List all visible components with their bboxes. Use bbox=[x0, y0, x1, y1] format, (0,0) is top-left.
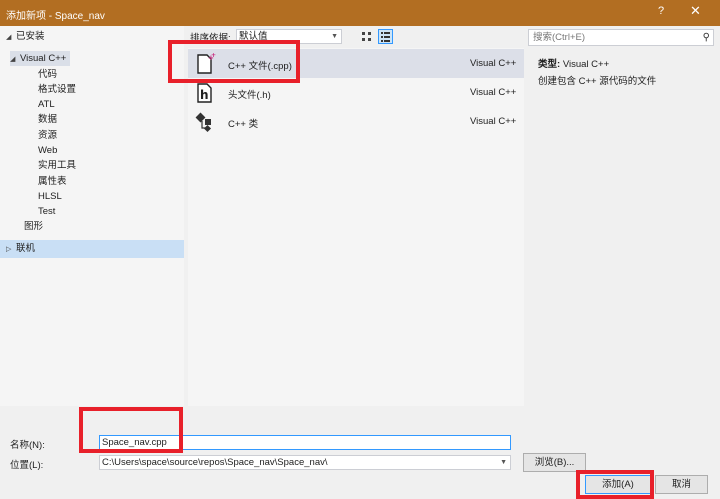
tree-item-property-sheet[interactable]: 属性表 bbox=[38, 174, 67, 189]
svg-text:+: + bbox=[211, 53, 216, 59]
template-name: C++ 类 bbox=[228, 119, 259, 130]
name-field[interactable]: Space_nav.cpp bbox=[99, 435, 511, 450]
dropdown-arrow-icon[interactable]: ▼ bbox=[500, 456, 507, 469]
template-row-header-file[interactable]: h 头文件(.h) Visual C++ bbox=[188, 78, 524, 107]
tree-item-online[interactable]: ▷ 联机 bbox=[0, 240, 184, 258]
collapse-arrow-icon[interactable]: ◢ bbox=[10, 52, 20, 67]
tree-item-utility[interactable]: 实用工具 bbox=[38, 158, 76, 173]
tree-item-test[interactable]: Test bbox=[38, 204, 55, 219]
tree-item-web[interactable]: Web bbox=[38, 143, 57, 158]
template-language: Visual C++ bbox=[470, 58, 517, 69]
tree-item-code[interactable]: 代码 bbox=[38, 67, 57, 82]
category-tree: ◢ 已安装 ◢ Visual C++ 代码 格式设置 ATL 数据 资源 Web 实… bbox=[0, 26, 184, 406]
tree-item-hlsl[interactable]: HLSL bbox=[38, 189, 62, 204]
tree-item-visual-cpp[interactable]: ◢ Visual C++ bbox=[10, 51, 71, 67]
expand-arrow-icon[interactable]: ▷ bbox=[6, 241, 16, 259]
search-placeholder: 搜索(Ctrl+E) bbox=[533, 32, 585, 43]
location-label: 位置(L): bbox=[10, 460, 44, 471]
sort-select[interactable]: 默认值 ▼ bbox=[236, 29, 342, 44]
tree-item-resource[interactable]: 资源 bbox=[38, 128, 57, 143]
add-button[interactable]: 添加(A) bbox=[585, 475, 651, 494]
dropdown-arrow-icon: ▼ bbox=[331, 33, 338, 40]
search-input[interactable]: 搜索(Ctrl+E) ⚲ bbox=[528, 29, 714, 46]
header-file-icon: h bbox=[197, 83, 212, 103]
tree-item-label: 联机 bbox=[16, 243, 36, 254]
close-button[interactable]: ✕ bbox=[690, 3, 701, 19]
grid-view-button[interactable] bbox=[359, 29, 374, 44]
tree-item-label: 已安装 bbox=[16, 31, 45, 42]
template-language: Visual C++ bbox=[470, 116, 517, 127]
location-value: C:\Users\space\source\repos\Space_nav\Sp… bbox=[102, 457, 328, 468]
template-row-cpp-file[interactable]: + + C++ 文件(.cpp) Visual C++ bbox=[188, 49, 524, 78]
name-label: 名称(N): bbox=[10, 440, 45, 451]
collapse-arrow-icon[interactable]: ◢ bbox=[6, 30, 16, 45]
template-row-cpp-class[interactable]: C++ 类 Visual C++ bbox=[188, 107, 524, 136]
template-description: 创建包含 C++ 源代码的文件 bbox=[538, 76, 657, 87]
sort-value: 默认值 bbox=[239, 31, 268, 42]
svg-text:h: h bbox=[200, 88, 209, 102]
template-name: C++ 文件(.cpp) bbox=[228, 61, 292, 72]
search-icon[interactable]: ⚲ bbox=[703, 30, 710, 45]
type-line: 类型: Visual C++ bbox=[538, 56, 609, 70]
location-field[interactable]: C:\Users\space\source\repos\Space_nav\Sp… bbox=[99, 455, 511, 470]
tree-item-data[interactable]: 数据 bbox=[38, 112, 57, 127]
tree-item-graphics[interactable]: 图形 bbox=[24, 219, 43, 234]
details-panel: 搜索(Ctrl+E) ⚲ 类型: Visual C++ 创建包含 C++ 源代码… bbox=[528, 26, 720, 406]
sort-label: 排序依据: bbox=[190, 33, 231, 44]
tree-item-atl[interactable]: ATL bbox=[38, 97, 55, 112]
name-value: Space_nav.cpp bbox=[102, 437, 167, 448]
class-icon bbox=[195, 112, 212, 133]
grid-view-icon bbox=[362, 32, 371, 41]
cpp-file-icon: + + bbox=[197, 53, 216, 74]
template-name: 头文件(.h) bbox=[228, 90, 271, 101]
title-bar: 添加新项 - Space_nav ? ✕ bbox=[0, 0, 720, 26]
tree-item-formatting[interactable]: 格式设置 bbox=[38, 82, 76, 97]
browse-button[interactable]: 浏览(B)... bbox=[523, 453, 586, 472]
cancel-button[interactable]: 取消 bbox=[655, 475, 708, 494]
type-label: 类型: bbox=[538, 59, 561, 70]
list-view-icon bbox=[381, 32, 390, 42]
type-value: Visual C++ bbox=[562, 59, 610, 70]
window-title: 添加新项 - Space_nav bbox=[6, 11, 105, 22]
help-button[interactable]: ? bbox=[658, 5, 664, 17]
template-list: + + C++ 文件(.cpp) Visual C++ h 头文件(.h) Vi… bbox=[188, 48, 524, 406]
tree-item-installed[interactable]: ◢ 已安装 bbox=[6, 29, 45, 44]
list-view-button[interactable] bbox=[378, 29, 393, 44]
tree-item-label: Visual C++ bbox=[20, 53, 67, 64]
template-toolbar: 排序依据: 默认值 ▼ bbox=[188, 26, 524, 46]
template-language: Visual C++ bbox=[470, 87, 517, 98]
